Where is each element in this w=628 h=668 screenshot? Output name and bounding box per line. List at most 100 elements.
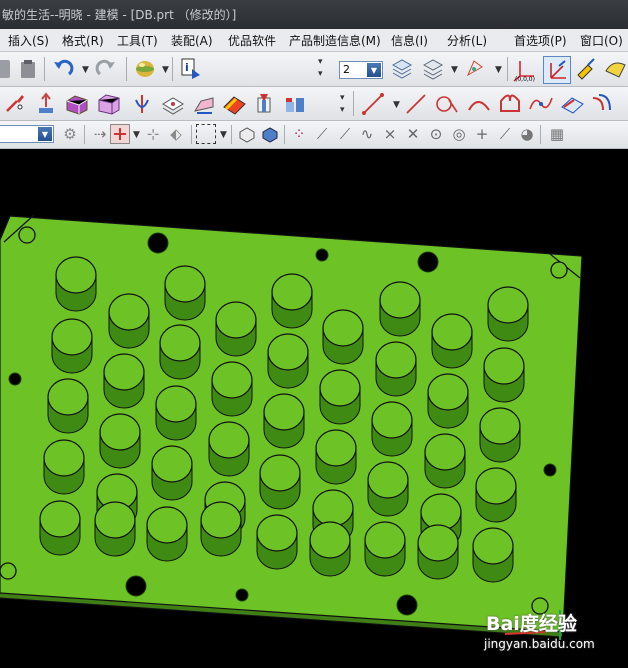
boss-top [417,524,459,562]
watermark-logo: Bai度经验 [486,613,577,635]
bounded-grid-icon[interactable]: ◕ [518,124,536,144]
line-points-icon[interactable] [404,92,428,116]
sketch-icon[interactable] [4,92,26,114]
render-style-icon[interactable] [133,58,157,80]
type-filter-select[interactable]: ▼ [0,125,54,143]
orient-dropdown-icon[interactable]: ▼ [495,65,502,75]
menu-bar: 插入(S) 格式(R) 工具(T) 装配(A) 优品软件 产品制造信息(M) 信… [0,29,628,52]
boss-top [309,521,351,559]
thread-icon[interactable] [252,92,276,116]
corner-hole-icon [0,562,17,580]
offset-curve-icon[interactable] [590,92,616,116]
arc-icon[interactable] [466,92,492,116]
menu-window[interactable]: 窗口(O) [580,32,623,49]
select-mode-dropdown-icon[interactable]: ▼ [220,130,227,140]
extrude-icon[interactable] [34,92,58,116]
mid-point-icon[interactable]: ⟋ [336,124,354,144]
control-point-icon[interactable]: ∿ [358,124,376,144]
render-dropdown-icon[interactable]: ▼ [162,65,169,75]
box-icon[interactable] [96,92,122,116]
line-dropdown-icon[interactable]: ▼ [393,100,400,110]
copy-icon[interactable] [0,60,10,78]
surface-grid-icon[interactable] [559,92,585,116]
pattern-icon[interactable] [282,92,308,116]
shell-icon[interactable] [160,92,186,116]
edge-blend-icon[interactable] [192,92,216,116]
menu-analysis[interactable]: 分析(L) [447,32,487,49]
view-orient-icon[interactable] [462,57,486,81]
show-hide-icon[interactable] [237,124,257,144]
menu-information[interactable]: 信息(I) [391,32,428,49]
toolbar-overflow-icon[interactable]: ▾ [318,69,323,79]
chevron-down-icon[interactable]: ▼ [38,127,52,141]
layer-dropdown-icon[interactable]: ▼ [451,65,458,75]
menu-tools[interactable]: 工具(T) [117,32,158,49]
select-all-icon[interactable]: ⬖ [166,124,186,144]
hole-icon [543,463,557,477]
toolbar-overflow-icon[interactable]: ▾ [340,93,345,103]
boss-top [487,286,529,324]
intersection-icon[interactable]: ⨯ [381,124,399,144]
existing-point-icon[interactable]: ◎ [450,124,468,144]
solid-body-icon[interactable] [260,124,280,144]
menu-youpin[interactable]: 优品软件 [228,32,276,49]
boss-top [367,461,409,499]
orient-wcs-icon[interactable] [574,57,598,81]
hole-icon [235,588,249,602]
point-on-curve-icon[interactable]: + [473,124,491,144]
boss-top [322,309,364,347]
separator [231,125,232,144]
toolbar-overflow-icon[interactable]: ▾ [318,57,323,67]
menu-preferences[interactable]: 首选项(P) [514,32,567,49]
wcs-icon[interactable]: (0,0,0) [512,56,538,82]
work-layer-select[interactable]: 2 ▼ [339,61,383,79]
menu-format[interactable]: 格式(R) [62,32,104,49]
boss-top [483,347,525,385]
hole-icon [8,372,22,386]
arc-circle-icon[interactable] [434,92,460,116]
menu-assembly[interactable]: 装配(A) [171,32,213,49]
line-icon[interactable] [361,92,385,116]
model-view[interactable] [0,149,628,665]
snap-filter-icon[interactable]: ⇢ [90,124,110,144]
graphics-viewport[interactable] [0,149,628,665]
redo-icon[interactable] [94,58,118,80]
end-point-icon[interactable]: ⟋ [313,124,331,144]
toolbar-overflow-icon[interactable]: ▾ [340,105,345,115]
paste-icon[interactable] [18,59,38,79]
info-icon[interactable]: i [180,57,204,81]
menu-pmi[interactable]: 产品制造信息(M) [289,32,381,49]
select-intent-icon[interactable] [110,124,130,144]
point-on-face-icon[interactable]: ⟋ [496,124,514,144]
feature-toolbar: ▾ ▾ ▼ [0,87,628,121]
csys-icon[interactable] [543,56,571,84]
boss-top [256,514,298,552]
layer-settings-icon[interactable] [390,57,414,81]
move-layer-icon[interactable] [421,57,445,81]
rectangle-select-icon[interactable] [196,124,216,144]
display-wcs-icon[interactable] [603,57,627,81]
boss-top [208,421,250,459]
separator [126,57,127,81]
selection-scope-icon[interactable]: ⚙ [60,124,80,144]
hole-icon [396,594,418,616]
quadrant-point-icon[interactable]: ⊙ [427,124,445,144]
undo-dropdown-icon[interactable]: ▼ [82,65,89,75]
arc-center-icon[interactable]: ✕ [404,124,422,144]
menu-insert[interactable]: 插入(S) [8,32,49,49]
undo-icon[interactable] [51,58,75,80]
intent-dropdown-icon[interactable]: ▼ [133,130,140,140]
grid-icon[interactable]: ▦ [548,124,566,144]
svg-text:i: i [185,61,189,74]
chevron-down-icon[interactable]: ▼ [367,63,381,77]
chamfer-icon[interactable] [221,92,247,116]
boss-top [267,333,309,371]
revolve-icon[interactable] [130,92,154,116]
boss-top [379,281,421,319]
snap-point-icon[interactable]: ⁘ [290,124,308,144]
feature-op-icon[interactable] [64,92,90,116]
basic-curve-icon[interactable] [497,92,523,116]
studio-spline-icon[interactable] [528,92,554,116]
select-features-icon[interactable]: ⊹ [143,124,163,144]
boss-top [47,378,89,416]
